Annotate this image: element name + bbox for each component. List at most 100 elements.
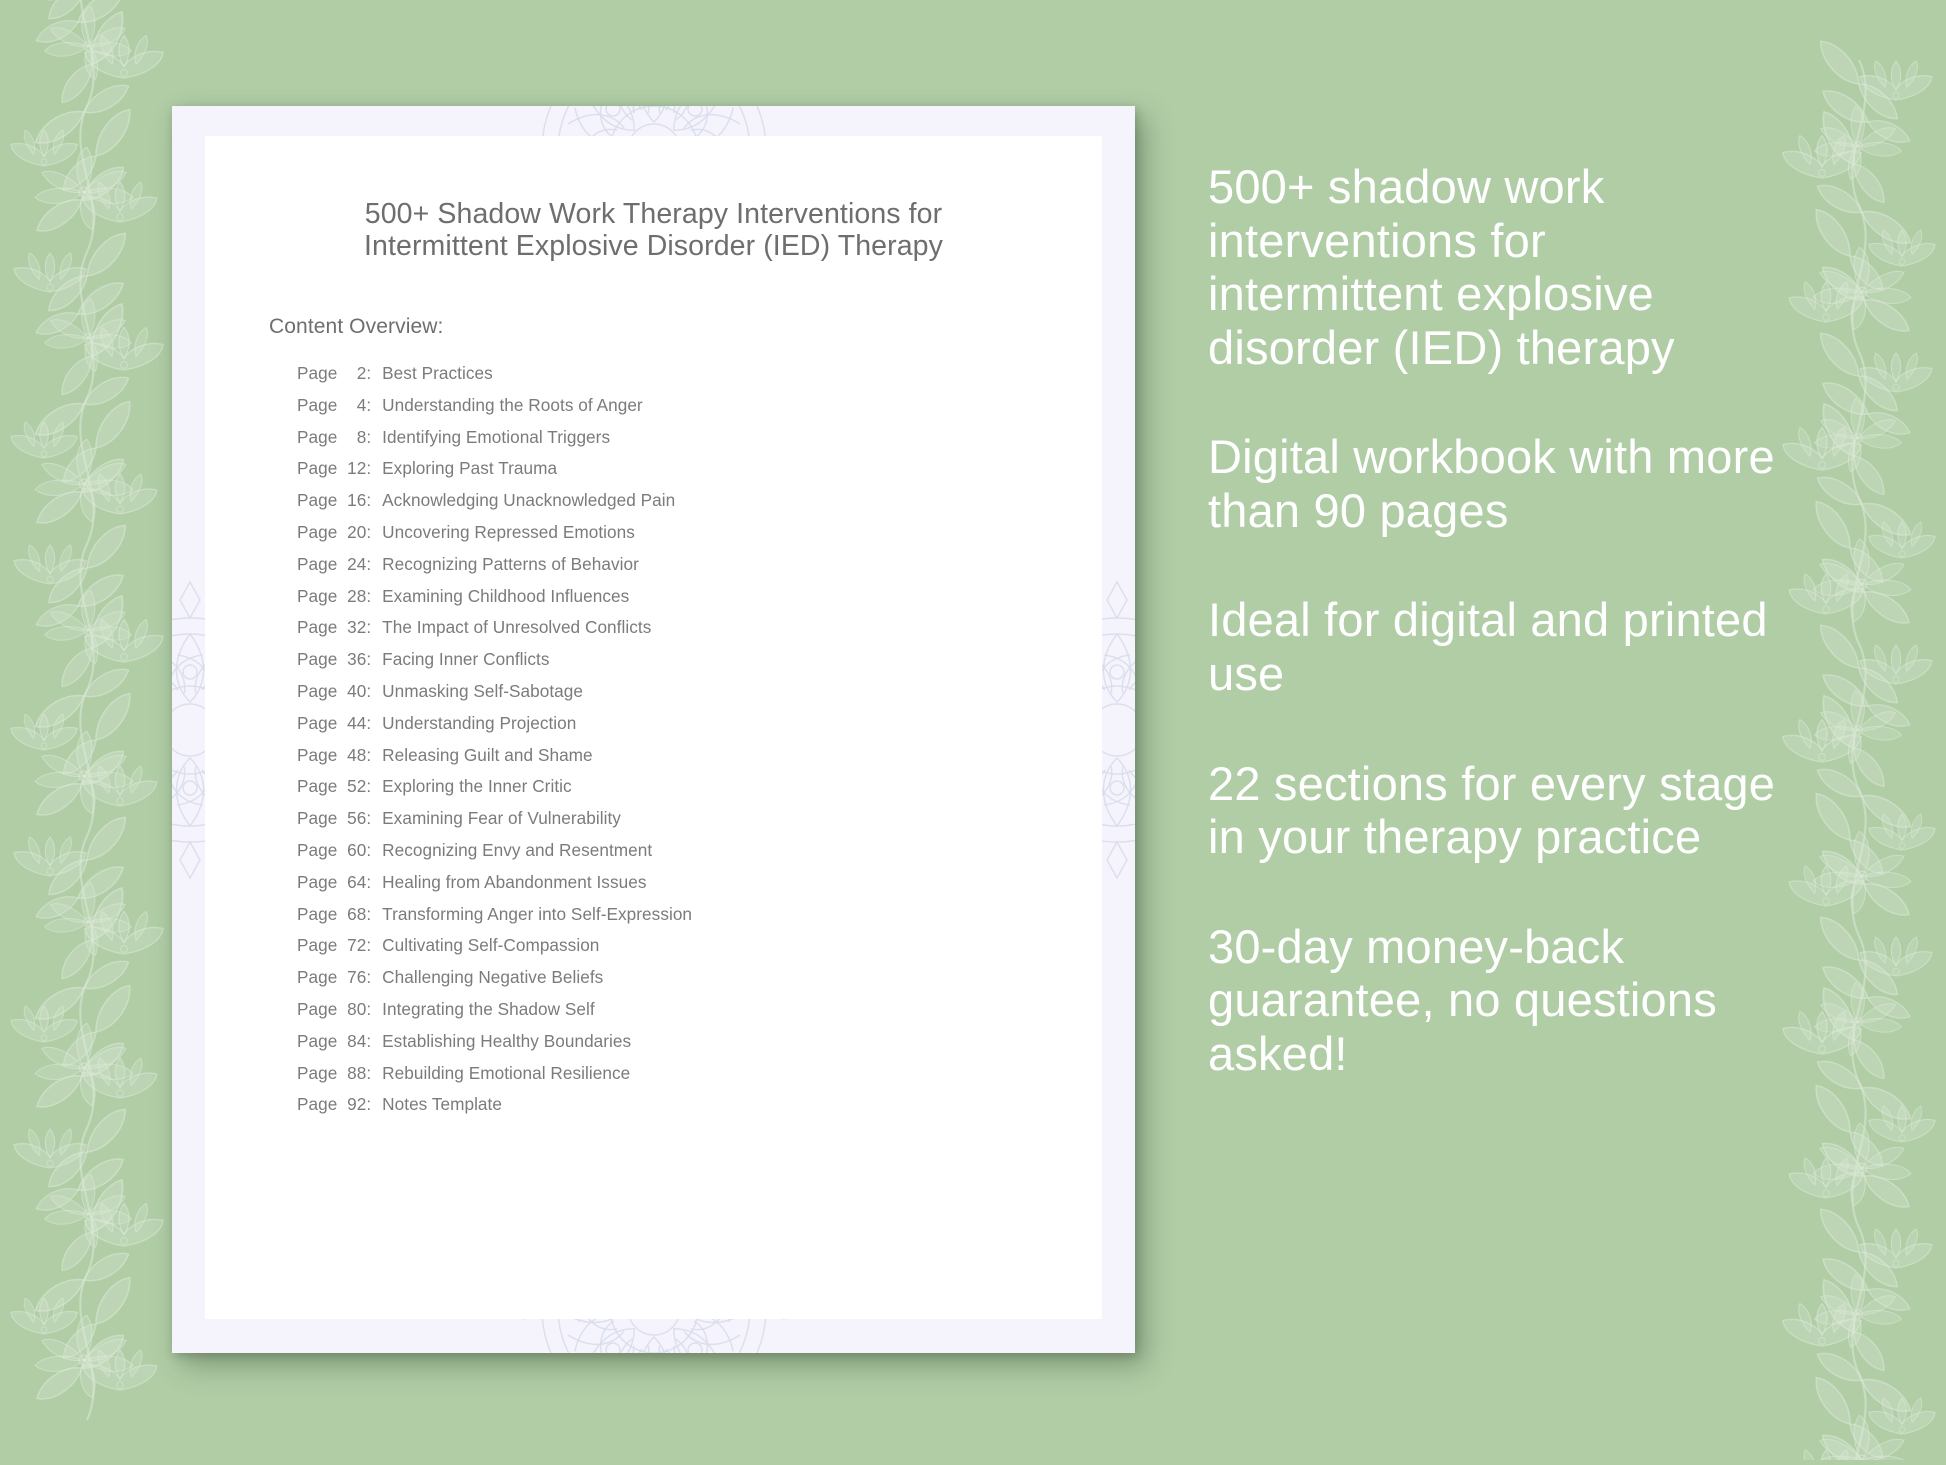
toc-entry: Page 92: Notes Template (297, 1094, 1050, 1126)
toc-page-word: Page (297, 617, 338, 638)
toc-page-number: 16 (347, 490, 367, 511)
toc-page-number: 92 (347, 1094, 367, 1115)
toc-entry: Page 76: Challenging Negative Beliefs (297, 967, 1050, 999)
toc-entry: Page 52: Exploring the Inner Critic (297, 776, 1050, 808)
toc-page-word: Page (297, 967, 338, 988)
toc-page-number: 44 (347, 712, 367, 733)
toc-entry: Page 32: The Impact of Unresolved Conflict… (297, 617, 1050, 649)
toc-entry: Page 60: Recognizing Envy and Resentment (297, 840, 1050, 872)
toc-colon: : (366, 967, 372, 988)
toc-page-word: Page (297, 553, 338, 574)
toc-entry-title: Exploring the Inner Critic (382, 776, 572, 797)
toc-entry-title: Transforming Anger into Self-Expression (382, 903, 693, 924)
toc-page-word: Page (297, 712, 338, 733)
toc-colon: : (366, 553, 372, 574)
toc-colon: : (366, 1062, 372, 1083)
toc-page-word: Page (297, 776, 338, 797)
toc-page-number: 28 (347, 585, 367, 606)
toc-entry: Page 44: Understanding Projection (297, 713, 1050, 745)
toc-entry-title: The Impact of Unresolved Conflicts (382, 617, 652, 638)
toc-entry: Page 80: Integrating the Shadow Self (297, 999, 1050, 1031)
toc-entry-title: Unmasking Self-Sabotage (382, 680, 584, 701)
toc-entry-title: Understanding Projection (382, 712, 577, 733)
toc-page-number: 68 (347, 903, 367, 924)
toc-page-word: Page (297, 521, 338, 542)
toc-colon: : (366, 585, 372, 606)
toc-colon: : (366, 776, 372, 797)
toc-entry: Page 12: Exploring Past Trauma (297, 458, 1050, 490)
toc-entry-title: Facing Inner Conflicts (382, 649, 550, 670)
toc-entry: Page 16: Acknowledging Unacknowledged Pain (297, 490, 1050, 522)
toc-entry: Page 72: Cultivating Self-Compassion (297, 935, 1050, 967)
toc-colon: : (366, 490, 372, 511)
toc-colon: : (366, 617, 372, 638)
toc-colon: : (366, 426, 372, 447)
toc-page-word: Page (297, 362, 338, 383)
toc-colon: : (366, 712, 372, 733)
toc-entry-title: Recognizing Patterns of Behavior (382, 553, 639, 574)
toc-colon: : (366, 839, 372, 860)
toc-colon: : (366, 935, 372, 956)
toc-entry-title: Releasing Guilt and Shame (382, 744, 593, 765)
toc-page-number: 40 (347, 680, 367, 701)
toc-entry: Page 20: Uncovering Repressed Emotions (297, 522, 1050, 554)
toc-page-number: 60 (347, 839, 367, 860)
toc-entry: Page 2: Best Practices (297, 363, 1050, 395)
toc-entry-title: Examining Childhood Influences (382, 585, 630, 606)
toc-page-number: 2 (356, 362, 367, 383)
promo-text-block: Ideal for digital and printed use (1208, 593, 1768, 701)
toc-page-number: 8 (356, 426, 367, 447)
toc-colon: : (366, 1094, 372, 1115)
document-card: 500+ Shadow Work Therapy Interventions f… (172, 106, 1135, 1353)
toc-page-word: Page (297, 680, 338, 701)
toc-page-number: 32 (347, 617, 367, 638)
toc-entry: Page 24: Recognizing Patterns of Behavior (297, 554, 1050, 586)
toc-page-number: 24 (347, 553, 367, 574)
toc-entry-title: Recognizing Envy and Resentment (382, 839, 653, 860)
toc-entry: Page 88: Rebuilding Emotional Resilience (297, 1063, 1050, 1095)
toc-entry-title: Rebuilding Emotional Resilience (382, 1062, 631, 1083)
toc-page-word: Page (297, 649, 338, 670)
toc-page-word: Page (297, 744, 338, 765)
toc-entry-title: Acknowledging Unacknowledged Pain (382, 490, 676, 511)
toc-page-word: Page (297, 1094, 338, 1115)
toc-entry: Page 84: Establishing Healthy Boundaries (297, 1031, 1050, 1063)
toc-entry: Page 40: Unmasking Self-Sabotage (297, 681, 1050, 713)
floral-border-right-icon (1764, 0, 1946, 1460)
promo-text-block: 22 sections for every stage in your ther… (1208, 756, 1776, 864)
page-title: 500+ Shadow Work Therapy Interventions f… (364, 198, 943, 263)
toc-page-number: 56 (347, 808, 367, 829)
toc-colon: : (366, 362, 372, 383)
promo-text-block: 500+ shadow work interventions for inter… (1208, 160, 1675, 374)
toc-page-number: 72 (347, 935, 367, 956)
toc-page-word: Page (297, 903, 338, 924)
toc-page-number: 80 (347, 998, 367, 1019)
toc-colon: : (366, 394, 372, 415)
document-page: 500+ Shadow Work Therapy Interventions f… (205, 136, 1102, 1319)
toc-colon: : (366, 808, 372, 829)
toc-colon: : (366, 903, 372, 924)
toc-entry: Page 48: Releasing Guilt and Shame (297, 745, 1050, 777)
toc-colon: : (366, 871, 372, 892)
toc-entry-title: Notes Template (382, 1094, 502, 1115)
toc-page-number: 20 (347, 521, 367, 542)
toc-colon: : (366, 744, 372, 765)
toc-entry-title: Integrating the Shadow Self (382, 998, 595, 1019)
toc-page-word: Page (297, 998, 338, 1019)
toc-colon: : (366, 1030, 372, 1051)
toc-entry-title: Best Practices (382, 362, 493, 383)
toc-entry-title: Establishing Healthy Boundaries (382, 1030, 632, 1051)
toc-page-word: Page (297, 808, 338, 829)
toc-entry-title: Cultivating Self-Compassion (382, 935, 600, 956)
toc-page-number: 48 (347, 744, 367, 765)
toc-entry: Page 4: Understanding the Roots of Anger (297, 395, 1050, 427)
toc-colon: : (366, 998, 372, 1019)
toc-entry: Page 64: Healing from Abandonment Issues (297, 872, 1050, 904)
toc-page-word: Page (297, 1030, 338, 1051)
toc-entry-title: Identifying Emotional Triggers (382, 426, 611, 447)
toc-entry-title: Uncovering Repressed Emotions (382, 521, 635, 542)
toc-entry: Page 8: Identifying Emotional Triggers (297, 427, 1050, 459)
toc-entry-title: Challenging Negative Beliefs (382, 967, 604, 988)
toc-entry-title: Examining Fear of Vulnerability (382, 808, 621, 829)
toc-entry: Page 28: Examining Childhood Influences (297, 586, 1050, 618)
